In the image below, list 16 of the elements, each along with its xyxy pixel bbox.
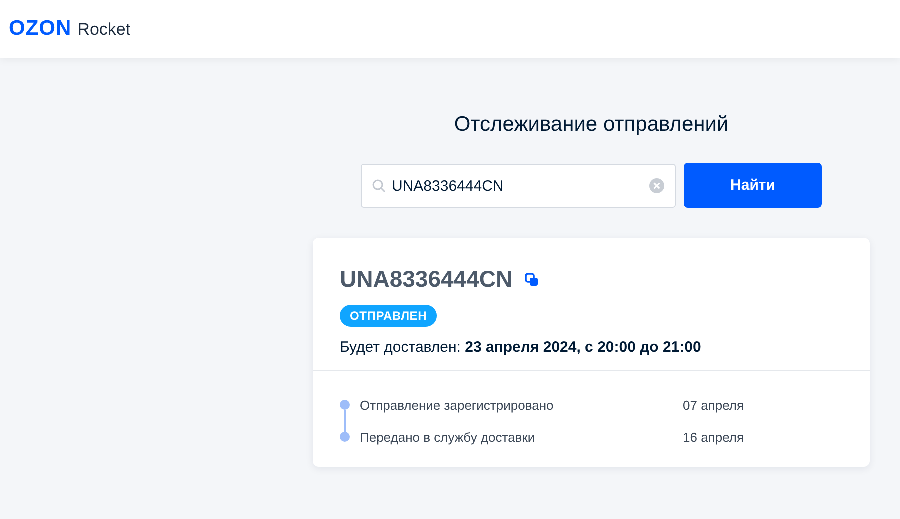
logo-product[interactable]: Rocket (78, 20, 131, 40)
status-badge: ОТПРАВЛЕН (340, 305, 438, 327)
copy-icon[interactable] (524, 272, 539, 286)
event-date: 07 апреля (682, 398, 744, 412)
timeline-line (344, 410, 346, 432)
page-title: Отслеживание отправлений (454, 113, 729, 137)
find-button[interactable]: Найти (684, 163, 822, 208)
tracking-number: UNA8336444CN (340, 266, 513, 293)
timeline-dot (340, 432, 350, 442)
delivery-info: Будет доставлен: 23 апреля 2024, с 20:00 до 21:00 (340, 339, 702, 356)
logo-brand[interactable]: OZON (9, 17, 72, 41)
event-label: Передано в службу доставки (360, 430, 536, 444)
event-label: Отправление зарегистрировано (360, 398, 555, 412)
event-date: 16 апреля (682, 430, 744, 444)
timeline-dot (340, 400, 350, 410)
search-field[interactable]: UNA8336444CN (361, 164, 676, 208)
